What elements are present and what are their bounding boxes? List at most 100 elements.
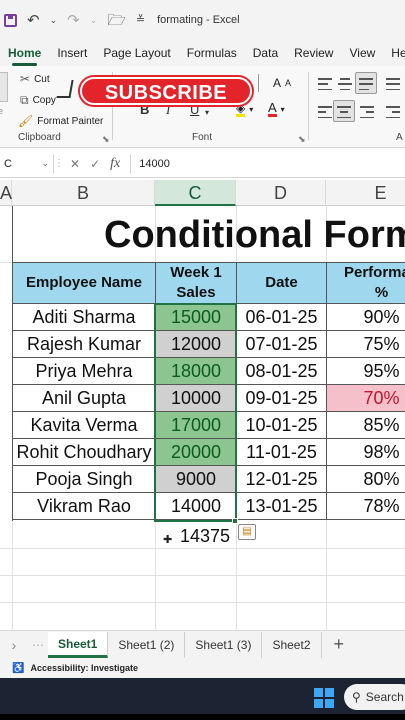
sales-cell[interactable]: 18000 <box>155 357 237 385</box>
sheet-nav-prev-icon[interactable]: › <box>0 637 28 653</box>
tab-insert[interactable]: Insert <box>49 46 95 66</box>
sheet-tabs-bar: › ⋯ Sheet1 Sheet1 (2) Sheet1 (3) Sheet2 + <box>0 630 405 658</box>
align-top-icon[interactable] <box>318 78 332 90</box>
tab-home[interactable]: Home <box>0 46 49 66</box>
orientation-icon[interactable] <box>386 78 400 90</box>
date-cell[interactable]: 07-01-25 <box>236 330 327 358</box>
performance-cell[interactable]: 80% <box>326 465 405 493</box>
header-cell-date[interactable]: Date <box>236 262 327 304</box>
header-cell-text: Performan <box>343 264 405 281</box>
performance-cell[interactable]: 95% <box>326 357 405 385</box>
windows-start-icon[interactable] <box>314 688 334 708</box>
open-folder-icon[interactable]: 🗁 <box>107 13 126 28</box>
employee-name-cell[interactable]: Rohit Choudhary <box>12 438 156 466</box>
font-launcher-icon[interactable]: ⬊ <box>298 134 306 145</box>
employee-name-cell[interactable]: Kavita Verma <box>12 411 156 439</box>
taskbar-search-label: Search <box>365 690 404 704</box>
format-painter-button[interactable]: 🖌 Format Painter <box>18 114 103 128</box>
performance-cell[interactable]: 70% <box>326 384 405 412</box>
tab-formulas[interactable]: Formulas <box>179 46 245 66</box>
date-cell[interactable]: 09-01-25 <box>236 384 327 412</box>
column-header-c[interactable]: C <box>155 180 236 206</box>
column-header-a[interactable]: A <box>0 180 12 206</box>
sales-cell[interactable]: 9000 <box>155 465 237 493</box>
employee-name-cell[interactable]: Anil Gupta <box>12 384 156 412</box>
sales-cell[interactable]: 20000 <box>155 438 237 466</box>
date-cell[interactable]: 11-01-25 <box>236 438 327 466</box>
header-cell-week1-sales[interactable]: Week 1 Sales <box>155 262 237 304</box>
ribbon-separator <box>308 72 309 140</box>
sheet-tab-sheet1[interactable]: Sheet1 <box>48 631 109 658</box>
header-cell-employee-name[interactable]: Employee Name <box>12 262 156 304</box>
enter-icon[interactable]: ✓ <box>90 157 100 171</box>
clipboard-launcher-icon[interactable]: ⬊ <box>102 134 110 145</box>
insert-function-icon[interactable]: fx <box>110 156 120 172</box>
performance-cell[interactable]: 75% <box>326 330 405 358</box>
cut-button[interactable]: ✂ Cut <box>20 72 50 86</box>
tab-view[interactable]: View <box>341 46 383 66</box>
performance-cell[interactable]: 90% <box>326 303 405 331</box>
sheet-tab-sheet1-3[interactable]: Sheet1 (3) <box>185 631 263 658</box>
redo-dropdown-icon[interactable]: ⌄ <box>90 15 98 25</box>
undo-dropdown-icon[interactable]: ⌄ <box>50 15 58 25</box>
header-cell-performance[interactable]: Performan% <box>326 262 405 304</box>
employee-name-cell[interactable]: Vikram Rao <box>12 492 156 520</box>
date-cell[interactable]: 06-01-25 <box>236 303 327 331</box>
align-left-icon[interactable] <box>318 106 332 118</box>
decrease-indent-icon[interactable] <box>386 106 400 118</box>
taskbar-search[interactable]: ⚲ Search <box>344 684 405 710</box>
accessibility-status[interactable]: Accessibility: Investigate <box>30 663 138 673</box>
name-box-dropdown-icon[interactable]: ⌄ <box>41 158 49 169</box>
cancel-icon[interactable]: ✕ <box>70 157 80 171</box>
align-middle-icon[interactable] <box>338 78 352 90</box>
employee-name-cell[interactable]: Aditi Sharma <box>12 303 156 331</box>
sales-cell[interactable]: 10000 <box>155 384 237 412</box>
performance-cell[interactable]: 98% <box>326 438 405 466</box>
add-sheet-icon[interactable]: + <box>334 634 345 655</box>
worksheet-grid[interactable]: A B C D E Conditional Form Employee Name… <box>0 180 405 630</box>
align-right-icon[interactable] <box>360 106 374 118</box>
sales-cell[interactable]: 15000 <box>155 303 237 331</box>
copy-button[interactable]: ⧉ Copy <box>20 93 56 108</box>
column-header-b[interactable]: B <box>12 180 155 206</box>
column-header-e[interactable]: E <box>326 180 405 206</box>
tab-page-layout[interactable]: Page Layout <box>95 46 178 66</box>
average-value[interactable]: 14375 <box>180 526 230 547</box>
tab-data[interactable]: Data <box>245 46 286 66</box>
sheet-title[interactable]: Conditional Form <box>12 208 405 262</box>
font-color-button[interactable]: A ▾ <box>268 101 285 117</box>
sales-cell[interactable]: 14000 <box>155 492 237 520</box>
employee-name-cell[interactable]: Pooja Singh <box>12 465 156 493</box>
tab-help[interactable]: Help <box>383 46 405 66</box>
redo-icon[interactable]: ↷ <box>67 13 80 28</box>
column-header-d[interactable]: D <box>236 180 326 206</box>
save-icon[interactable] <box>4 13 17 27</box>
sheet-tab-sheet2[interactable]: Sheet2 <box>262 631 322 658</box>
underline-dropdown-icon[interactable]: ▾ <box>205 108 209 117</box>
performance-cell[interactable]: 85% <box>326 411 405 439</box>
paste-label[interactable]: e <box>0 106 3 116</box>
decrease-font-size-button[interactable]: A <box>285 78 291 88</box>
sales-cell[interactable]: 17000 <box>155 411 237 439</box>
date-cell[interactable]: 13-01-25 <box>236 492 327 520</box>
formula-input[interactable]: 14000 <box>130 153 405 174</box>
date-cell[interactable]: 08-01-25 <box>236 357 327 385</box>
undo-icon[interactable]: ↶ <box>27 13 40 28</box>
date-cell[interactable]: 10-01-25 <box>236 411 327 439</box>
quick-access-toolbar: ↶ ⌄ ↷ ⌄ 🗁 ≚ <box>0 13 145 28</box>
sales-cell[interactable]: 12000 <box>155 330 237 358</box>
title-bar: ↶ ⌄ ↷ ⌄ 🗁 ≚ formating - Excel <box>0 0 405 40</box>
tab-review[interactable]: Review <box>286 46 341 66</box>
employee-name-cell[interactable]: Priya Mehra <box>12 357 156 385</box>
performance-cell[interactable]: 78% <box>326 492 405 520</box>
customize-dropdown-icon[interactable]: ≚ <box>136 14 145 26</box>
increase-font-size-button[interactable]: A <box>273 76 281 90</box>
paste-button[interactable] <box>0 72 8 102</box>
sheet-tab-sheet1-2[interactable]: Sheet1 (2) <box>108 631 186 658</box>
fill-handle[interactable] <box>232 518 238 524</box>
employee-name-cell[interactable]: Rajesh Kumar <box>12 330 156 358</box>
name-box[interactable]: C ⌄ <box>0 153 54 174</box>
sheet-more-icon[interactable]: ⋯ <box>28 638 48 652</box>
date-cell[interactable]: 12-01-25 <box>236 465 327 493</box>
quick-analysis-icon[interactable]: ▤ <box>238 524 256 540</box>
